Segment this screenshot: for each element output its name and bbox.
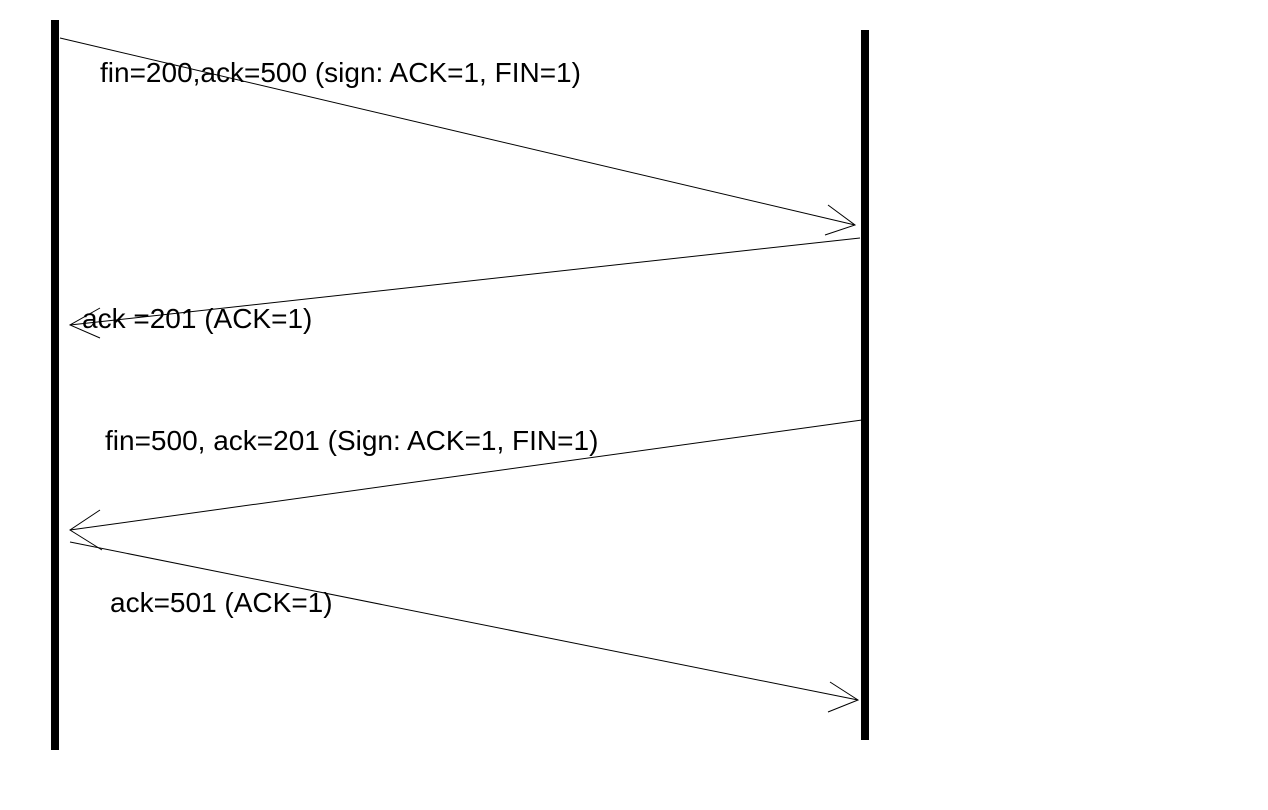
tcp-teardown-diagram: fin=200,ack=500 (sign: ACK=1, FIN=1) ack… (0, 0, 1268, 810)
msg1-arrowhead (825, 205, 855, 235)
msg3-arrowhead (70, 510, 102, 550)
msg4-line (70, 542, 858, 700)
msg4-label: ack=501 (ACK=1) (110, 587, 333, 618)
msg2-label: ack =201 (ACK=1) (82, 303, 312, 334)
msg1-label: fin=200,ack=500 (sign: ACK=1, FIN=1) (100, 57, 581, 88)
msg3-label: fin=500, ack=201 (Sign: ACK=1, FIN=1) (105, 425, 598, 456)
